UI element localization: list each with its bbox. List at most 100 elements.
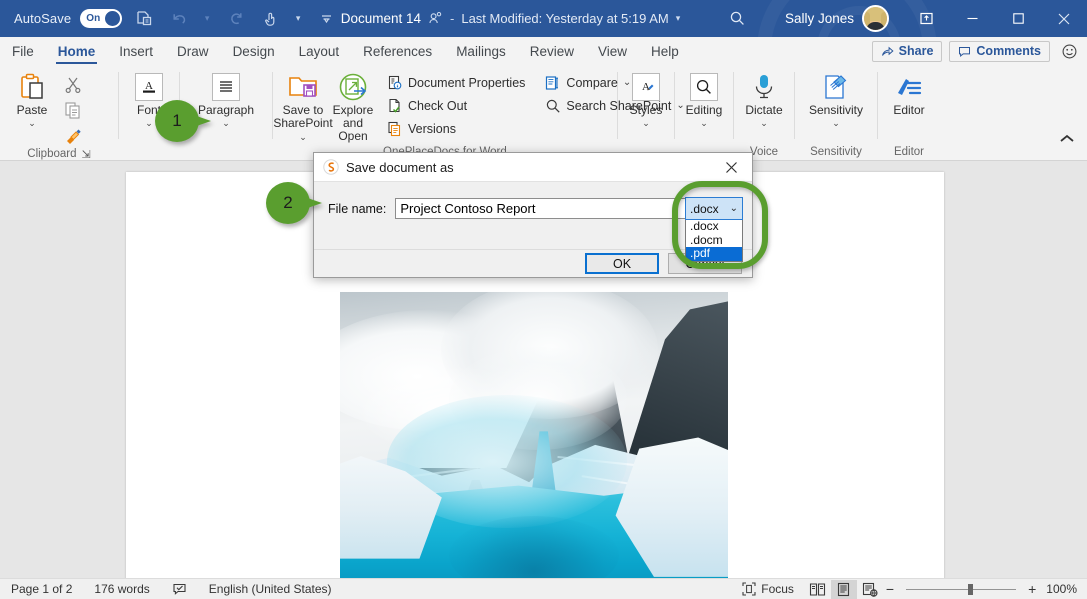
dictate-button[interactable]: Dictate ⌄ xyxy=(739,70,788,128)
zoom-out-button[interactable]: − xyxy=(883,581,897,597)
tab-mailings-label: Mailings xyxy=(456,43,506,59)
zoom-level-label[interactable]: 100% xyxy=(1039,582,1087,596)
print-layout-view-button[interactable] xyxy=(830,579,857,599)
compare-icon xyxy=(545,75,561,91)
read-mode-view-button[interactable] xyxy=(805,580,831,599)
language-indicator[interactable]: English (United States) xyxy=(198,582,343,596)
customize-quick-access-toolbar-icon[interactable] xyxy=(313,6,339,32)
autosave-label: AutoSave xyxy=(14,11,72,26)
page-indicator[interactable]: Page 1 of 2 xyxy=(0,582,83,596)
ribbon-display-options-button[interactable] xyxy=(903,0,949,37)
save-to-sharepoint-icon xyxy=(287,70,319,104)
comment-icon xyxy=(958,45,971,58)
font-dropdown-icon[interactable]: ⌄ xyxy=(145,118,153,128)
check-out-button[interactable]: Check Out xyxy=(383,94,529,117)
touch-mode-icon[interactable] xyxy=(257,6,283,32)
copy-button[interactable] xyxy=(60,98,86,122)
dialog-close-button[interactable] xyxy=(710,153,752,182)
last-modified-label[interactable]: Last Modified: Yesterday at 5:19 AM xyxy=(461,11,668,26)
share-label: Share xyxy=(898,44,934,58)
tab-review[interactable]: Review xyxy=(518,37,586,65)
callout-step-1: 1 xyxy=(155,100,211,142)
undo-dropdown-icon[interactable]: ▾ xyxy=(201,6,213,32)
document-properties-button[interactable]: Document Properties xyxy=(383,71,529,94)
shared-with-people-icon[interactable] xyxy=(428,11,443,26)
word-count[interactable]: 176 words xyxy=(83,582,160,596)
autosave-toggle[interactable]: On xyxy=(80,9,123,28)
tab-file[interactable]: File xyxy=(0,37,46,65)
comments-button[interactable]: Comments xyxy=(949,40,1050,62)
minimize-button[interactable] xyxy=(949,0,995,37)
save-to-sharepoint-icon[interactable] xyxy=(131,6,157,32)
avatar-body xyxy=(866,22,885,30)
svg-text:A: A xyxy=(642,81,650,93)
sensitivity-dropdown-icon[interactable]: ⌄ xyxy=(832,118,840,128)
save-to-sharepoint-label: Save to SharePoint ⌄ xyxy=(273,103,333,143)
save-to-sharepoint-button[interactable]: Save to SharePoint ⌄ xyxy=(273,70,333,143)
oneplace-logo-icon xyxy=(323,159,339,175)
avatar[interactable] xyxy=(862,5,889,32)
font-icon-box: A xyxy=(135,73,163,101)
sensitivity-icon xyxy=(821,70,851,104)
search-icon[interactable] xyxy=(729,10,746,27)
editing-button[interactable]: Editing ⌄ xyxy=(680,70,729,128)
undo-icon[interactable] xyxy=(166,6,192,32)
styles-dropdown-icon[interactable]: ⌄ xyxy=(642,118,650,128)
tab-references[interactable]: References xyxy=(351,37,444,65)
focus-mode-button[interactable]: Focus xyxy=(731,582,805,596)
tab-view[interactable]: View xyxy=(586,37,639,65)
document-title[interactable]: Document 14 xyxy=(341,11,421,26)
tab-draw[interactable]: Draw xyxy=(165,37,221,65)
file-extension-highlight-ring xyxy=(672,181,768,269)
paste-button[interactable]: Paste ⌄ xyxy=(6,70,58,128)
versions-button[interactable]: Versions xyxy=(383,117,529,140)
title-dropdown-icon[interactable]: ▾ xyxy=(676,13,681,24)
ribbon-group-editor-label: Editor xyxy=(878,143,940,161)
send-a-smile-icon[interactable] xyxy=(1057,39,1081,63)
touch-mode-dropdown-icon[interactable]: ▾ xyxy=(292,6,304,32)
dictate-dropdown-icon[interactable]: ⌄ xyxy=(760,118,768,128)
tab-design[interactable]: Design xyxy=(221,37,287,65)
share-button[interactable]: Share xyxy=(871,40,943,62)
save-to-sharepoint-dropdown-icon[interactable]: ⌄ xyxy=(299,132,307,142)
document-image[interactable] xyxy=(340,292,728,578)
tab-view-label: View xyxy=(597,43,628,59)
web-layout-view-button[interactable] xyxy=(857,580,883,599)
zoom-slider-thumb[interactable] xyxy=(968,583,974,595)
clipboard-dialog-launcher-icon[interactable]: ⇲ xyxy=(82,148,91,161)
ribbon-group-clipboard-label: Clipboard ⇲ xyxy=(0,147,118,161)
collapse-ribbon-icon[interactable] xyxy=(1055,127,1079,149)
autosave-state-label: On xyxy=(86,13,101,24)
editing-dropdown-icon[interactable]: ⌄ xyxy=(700,118,708,128)
proofing-errors-icon[interactable] xyxy=(161,582,198,597)
cut-button[interactable] xyxy=(60,73,86,97)
paragraph-dropdown-icon[interactable]: ⌄ xyxy=(222,118,230,128)
ribbon-group-clipboard: Paste ⌄ Clipboard ⇲ xyxy=(0,65,118,161)
ribbon-group-editor: Editor Editor xyxy=(878,65,940,161)
sensitivity-button[interactable]: Sensitivity ⌄ xyxy=(803,70,869,128)
tab-insert[interactable]: Insert xyxy=(107,37,165,65)
document-properties-icon xyxy=(387,75,403,91)
user-name-label[interactable]: Sally Jones xyxy=(785,11,854,26)
close-button[interactable] xyxy=(1041,0,1087,37)
styles-button[interactable]: A Styles ⌄ xyxy=(622,70,670,128)
tab-layout[interactable]: Layout xyxy=(287,37,352,65)
dialog-title: Save document as xyxy=(346,159,454,175)
sensitivity-group-label: Sensitivity xyxy=(810,146,862,158)
tab-mailings[interactable]: Mailings xyxy=(444,37,518,65)
file-name-label: File name: xyxy=(328,201,387,216)
editor-button[interactable]: Editor xyxy=(885,70,933,117)
editor-label: Editor xyxy=(893,103,925,117)
explore-and-open-button[interactable]: Explore and Open xyxy=(329,70,377,143)
tab-help[interactable]: Help xyxy=(639,37,691,65)
paste-dropdown-icon[interactable]: ⌄ xyxy=(28,118,36,128)
tab-file-label: File xyxy=(12,43,34,59)
redo-icon[interactable] xyxy=(222,6,248,32)
zoom-slider[interactable] xyxy=(906,583,1017,595)
maximize-button[interactable] xyxy=(995,0,1041,37)
format-painter-button[interactable] xyxy=(60,123,86,147)
zoom-in-button[interactable]: + xyxy=(1025,581,1039,597)
ok-button[interactable]: OK xyxy=(585,253,659,274)
tab-home[interactable]: Home xyxy=(46,37,108,65)
dialog-title-bar: Save document as xyxy=(314,153,752,182)
